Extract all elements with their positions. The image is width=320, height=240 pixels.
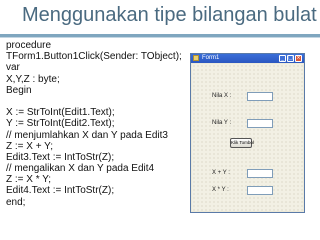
code-line: TForm1.Button1Click(Sender: TObject); bbox=[6, 51, 182, 63]
code-line: Z := X + Y; bbox=[6, 140, 53, 152]
code-line: X := StrToInt(Edit1.Text); bbox=[6, 107, 115, 119]
code-line: Z := X * Y; bbox=[6, 174, 52, 186]
form-window: Form1 _ □ × Nila X : Nila Y : Klik Tombo… bbox=[190, 53, 305, 213]
code-line: Begin bbox=[6, 84, 32, 96]
edit1-input[interactable] bbox=[247, 92, 273, 101]
edit3-input[interactable] bbox=[247, 169, 273, 178]
code-line: var bbox=[6, 62, 20, 74]
code-listing: procedure TForm1.Button1Click(Sender: TO… bbox=[6, 40, 182, 208]
window-caption: Form1 bbox=[202, 55, 220, 61]
edit4-input[interactable] bbox=[247, 186, 273, 195]
code-line: // menjumlahkan X dan Y pada Edit3 bbox=[6, 129, 168, 141]
code-line: Y := StrToInt(Edit2.Text); bbox=[6, 118, 115, 130]
code-line-blank bbox=[6, 96, 182, 107]
code-line: X,Y,Z : byte; bbox=[6, 73, 60, 85]
window-titlebar[interactable]: Form1 _ □ × bbox=[191, 54, 304, 63]
code-line: Edit4.Text := IntToStr(Z); bbox=[6, 185, 115, 197]
klik-tombol-button[interactable]: Klik Tombol bbox=[230, 138, 254, 148]
form-icon bbox=[193, 55, 199, 61]
slide-title: Menggunakan tipe bilangan bulat bbox=[22, 4, 317, 26]
close-button[interactable]: × bbox=[295, 55, 302, 62]
code-line: end; bbox=[6, 196, 26, 208]
label-x: Nila X : bbox=[212, 93, 232, 99]
label-product: X * Y : bbox=[212, 187, 229, 193]
form-client-area: Nila X : Nila Y : Klik Tombol X + Y : X … bbox=[192, 64, 303, 211]
code-line: procedure bbox=[6, 40, 52, 51]
title-divider-highlight bbox=[0, 37, 320, 38]
code-line: Edit3.Text := IntToStr(Z); bbox=[6, 151, 115, 163]
minimize-button[interactable]: _ bbox=[279, 55, 286, 62]
label-y: Nila Y : bbox=[212, 120, 232, 126]
code-line: // mengalikan X dan Y pada Edit4 bbox=[6, 163, 155, 175]
label-sum: X + Y : bbox=[212, 170, 230, 176]
edit2-input[interactable] bbox=[247, 119, 273, 128]
maximize-button[interactable]: □ bbox=[287, 55, 294, 62]
